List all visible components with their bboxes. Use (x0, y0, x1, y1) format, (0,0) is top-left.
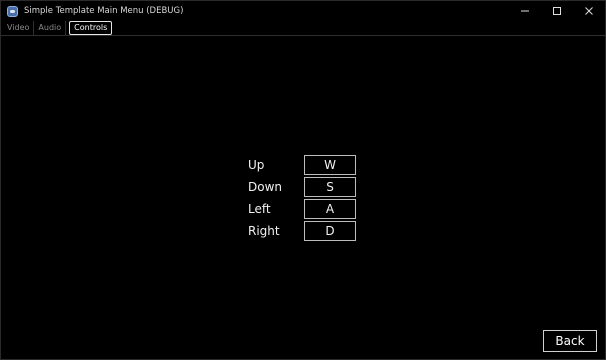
key-binding-down[interactable]: S (304, 177, 356, 197)
tab-audio[interactable]: Audio (34, 21, 67, 35)
key-binding-left[interactable]: A (304, 199, 356, 219)
minimize-button[interactable] (509, 1, 541, 21)
title-bar[interactable]: Simple Template Main Menu (DEBUG) (1, 1, 605, 21)
window-title: Simple Template Main Menu (DEBUG) (24, 6, 184, 16)
settings-tab-bar: Video Audio Controls (1, 21, 605, 36)
key-binding-right[interactable]: D (304, 221, 356, 241)
key-binding-up[interactable]: W (304, 155, 356, 175)
maximize-icon (553, 7, 561, 15)
maximize-button[interactable] (541, 1, 573, 21)
app-logo-icon (7, 5, 18, 17)
close-button[interactable] (573, 1, 605, 21)
close-icon (585, 7, 593, 15)
minimize-icon (521, 10, 529, 12)
controls-panel: Up W Down S Left A Right D (246, 155, 361, 243)
control-label-left: Left (248, 202, 271, 216)
tab-video[interactable]: Video (1, 21, 35, 35)
control-row-right: Right D (246, 221, 361, 243)
control-label-right: Right (248, 224, 280, 238)
control-row-left: Left A (246, 199, 361, 221)
control-row-down: Down S (246, 177, 361, 199)
back-button[interactable]: Back (543, 330, 597, 352)
control-label-up: Up (248, 158, 265, 172)
control-row-up: Up W (246, 155, 361, 177)
tab-controls[interactable]: Controls (69, 21, 113, 35)
control-label-down: Down (248, 180, 283, 194)
app-window: Simple Template Main Menu (DEBUG) Video (0, 0, 606, 360)
window-controls (509, 1, 605, 21)
